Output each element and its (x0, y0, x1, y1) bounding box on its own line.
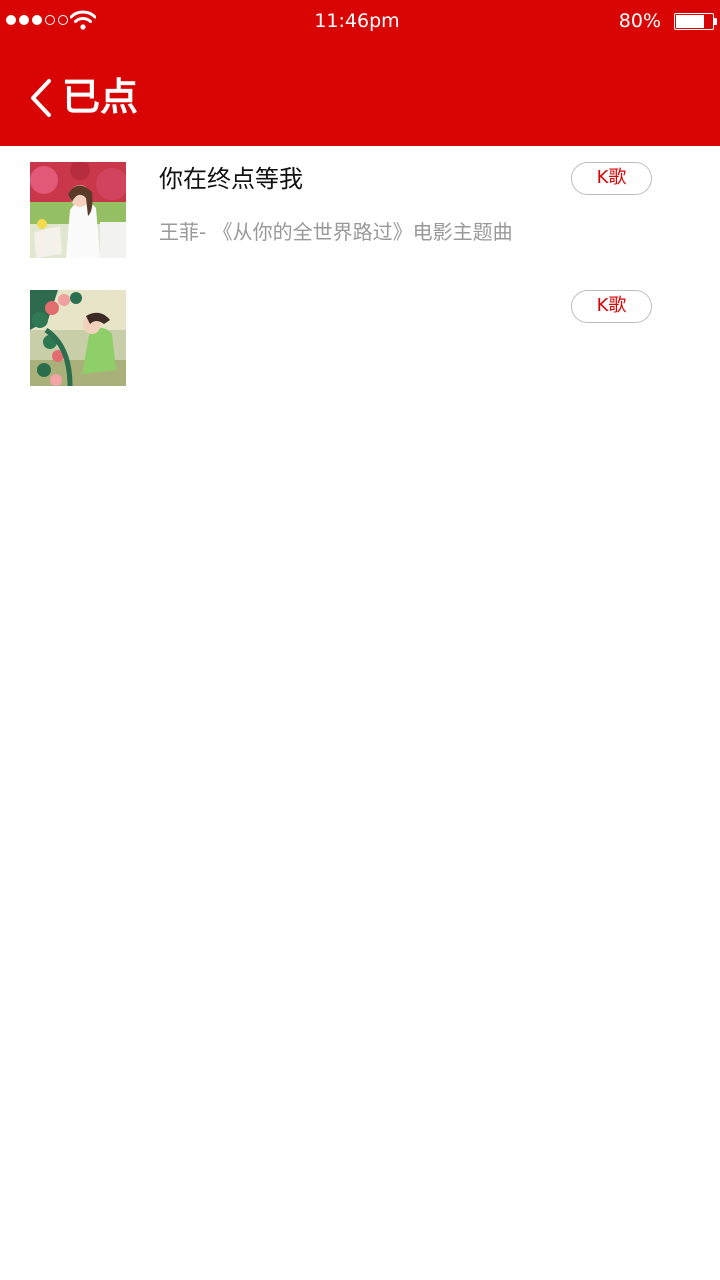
karaoke-button[interactable]: K歌 (571, 290, 652, 323)
song-title: 你在终点等我 (159, 165, 303, 193)
app-header: 11:46pm 80% 已点 (0, 0, 720, 146)
karaoke-button[interactable]: K歌 (571, 162, 652, 195)
battery-percent: 80% (618, 10, 661, 32)
page-title: 已点 (62, 75, 139, 119)
song-cover-image (30, 162, 126, 258)
screen: 11:46pm 80% 已点 你在终点等我 王菲- 《从你的全世界路过》电影主题… (0, 0, 720, 1280)
battery-tip (714, 18, 717, 25)
battery-level-fill (676, 15, 705, 28)
song-list-item[interactable]: 你在终点等我 王菲- 《从你的全世界路过》电影主题曲 K歌 (0, 146, 720, 274)
battery-icon (674, 13, 714, 30)
song-list: 你在终点等我 王菲- 《从你的全世界路过》电影主题曲 K歌 K歌 (0, 146, 720, 402)
song-subtitle: 王菲- 《从你的全世界路过》电影主题曲 (159, 220, 513, 244)
status-time: 11:46pm (314, 10, 400, 32)
chevron-left-icon[interactable] (28, 78, 54, 118)
status-bar: 11:46pm 80% (0, 0, 720, 44)
song-cover-image (30, 290, 126, 386)
song-list-item[interactable]: K歌 (0, 274, 720, 402)
